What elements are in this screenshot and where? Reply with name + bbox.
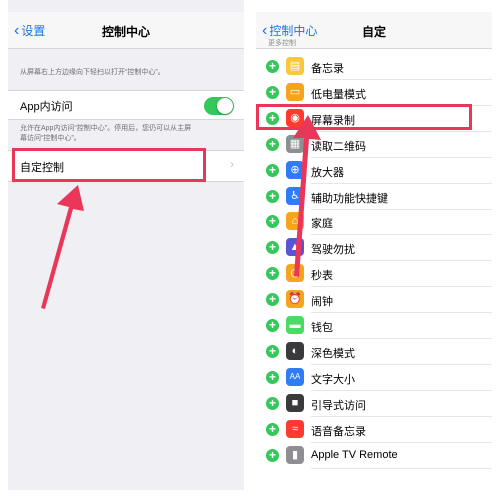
control-row-wallet[interactable]: + ▬ 钱包 [256, 313, 492, 339]
control-label: 闹钟 [311, 296, 333, 309]
control-row-home[interactable]: + ⌂ 家庭 [256, 209, 492, 236]
add-control-icon[interactable]: + [266, 215, 279, 229]
add-control-icon[interactable]: + [266, 60, 279, 73]
control-label: 钱包 [311, 322, 333, 334]
status-bar [8, 0, 244, 12]
add-control-icon[interactable]: + [266, 396, 279, 410]
accessibility-icon: ♿ [286, 186, 304, 205]
add-control-icon[interactable]: + [266, 267, 279, 281]
text-size-icon: AA [286, 367, 304, 386]
control-row-stopwatch[interactable]: + ◷ 秒表 [256, 261, 492, 288]
highlight-box-screen-record [256, 104, 472, 130]
control-label: 低电量模式 [311, 88, 366, 101]
app-access-description: 允许在App内访问“控制中心”。停用后，您仍可以从主屏 幕访问“控制中心”。 [20, 124, 234, 144]
wallet-icon: ▬ [286, 316, 304, 334]
add-control-icon[interactable]: + [266, 344, 279, 358]
voice-memo-icon: ≈ [286, 419, 304, 438]
control-label: 文字大小 [311, 373, 355, 386]
add-control-icon[interactable]: + [266, 319, 279, 332]
control-label: 驾驶勿扰 [311, 244, 355, 257]
control-label: 读取二维码 [311, 140, 366, 153]
alarm-icon: ⏰ [286, 290, 304, 309]
status-bar [256, 0, 492, 12]
control-label: Apple TV Remote [311, 448, 398, 461]
stopwatch-icon: ◷ [286, 264, 304, 283]
home-icon: ⌂ [286, 212, 304, 231]
add-control-icon[interactable]: + [266, 241, 279, 255]
app-access-description-line-2: 幕访问“控制中心”。 [20, 135, 81, 142]
app-access-toggle[interactable] [204, 97, 234, 115]
control-row-battery[interactable]: + ▭ 低电量模式 [256, 80, 492, 106]
control-row-magnifier[interactable]: + ⊕ 放大器 [256, 158, 492, 184]
magnifier-icon: ⊕ [286, 160, 304, 179]
chevron-right-icon: › [230, 157, 234, 171]
intro-text: 从屏幕右上方边缘向下轻扫以打开“控制中心”。 [20, 69, 165, 76]
control-row-alarm[interactable]: + ⏰ 闹钟 [256, 287, 492, 314]
control-label: 家庭 [311, 218, 333, 231]
settings-control-center-screen: ‹ 设置 控制中心 从屏幕右上方边缘向下轻扫以打开“控制中心”。 App内访问 … [8, 0, 244, 490]
control-label: 备忘录 [311, 63, 344, 75]
add-control-icon[interactable]: + [266, 189, 279, 203]
app-access-row: App内访问 [8, 90, 244, 120]
add-control-icon[interactable]: + [266, 293, 279, 307]
remote-icon: ▮ [286, 445, 304, 464]
navigation-bar: ‹ 设置 控制中心 [8, 12, 244, 49]
control-row-lock[interactable]: + ■ 引导式访问 [256, 391, 492, 417]
control-row-qr-code[interactable]: + ▦ 读取二维码 [256, 132, 492, 158]
control-label: 语音备忘录 [311, 425, 366, 438]
page-title: 控制中心 [101, 25, 150, 39]
battery-icon: ▭ [286, 82, 304, 101]
car-icon: ▲ [286, 238, 304, 257]
add-control-icon[interactable]: + [266, 422, 279, 436]
notes-icon: ▤ [286, 57, 304, 75]
control-label: 深色模式 [311, 347, 355, 360]
control-label: 放大器 [311, 166, 344, 179]
row-divider [311, 467, 492, 469]
control-row-voice-memo[interactable]: + ≈ 语音备忘录 [256, 417, 492, 443]
qr-code-icon: ▦ [286, 134, 304, 153]
app-access-label: App内访问 [20, 101, 73, 113]
control-row-remote[interactable]: + ▮ Apple TV Remote [256, 443, 492, 469]
highlight-box-customize [12, 148, 206, 182]
lock-icon: ■ [286, 393, 304, 412]
control-row-car[interactable]: + ▲ 驾驶勿扰 [256, 235, 492, 262]
add-control-icon[interactable]: + [266, 370, 279, 384]
control-row-text-size[interactable]: + AA 文字大小 [256, 365, 492, 391]
control-row-notes[interactable]: + ▤ 备忘录 [256, 54, 492, 80]
control-row-accessibility[interactable]: + ♿ 辅助功能快捷键 [256, 184, 492, 210]
app-access-description-line-1: 允许在App内访问“控制中心”。停用后，您仍可以从主屏 [20, 125, 192, 132]
control-label: 辅助功能快捷键 [311, 192, 388, 205]
toggle-knob [217, 98, 233, 114]
control-label: 秒表 [311, 270, 333, 283]
add-control-icon[interactable]: + [266, 448, 279, 462]
add-control-icon[interactable]: + [266, 85, 279, 99]
control-row-dark-mode[interactable]: + ◐ 深色模式 [256, 339, 492, 365]
dark-mode-icon: ◐ [286, 341, 304, 360]
section-header: 更多控制 [268, 40, 296, 47]
add-control-icon[interactable]: + [266, 163, 279, 177]
control-label: 引导式访问 [311, 399, 366, 412]
customize-controls-screen: ‹ 控制中心 自定 更多控制 + ▤ 备忘录 + ▭ 低电量模式 + ◉ 屏幕录制 + ▦ 读取二维码… [256, 0, 492, 490]
add-control-icon[interactable]: + [266, 137, 279, 151]
